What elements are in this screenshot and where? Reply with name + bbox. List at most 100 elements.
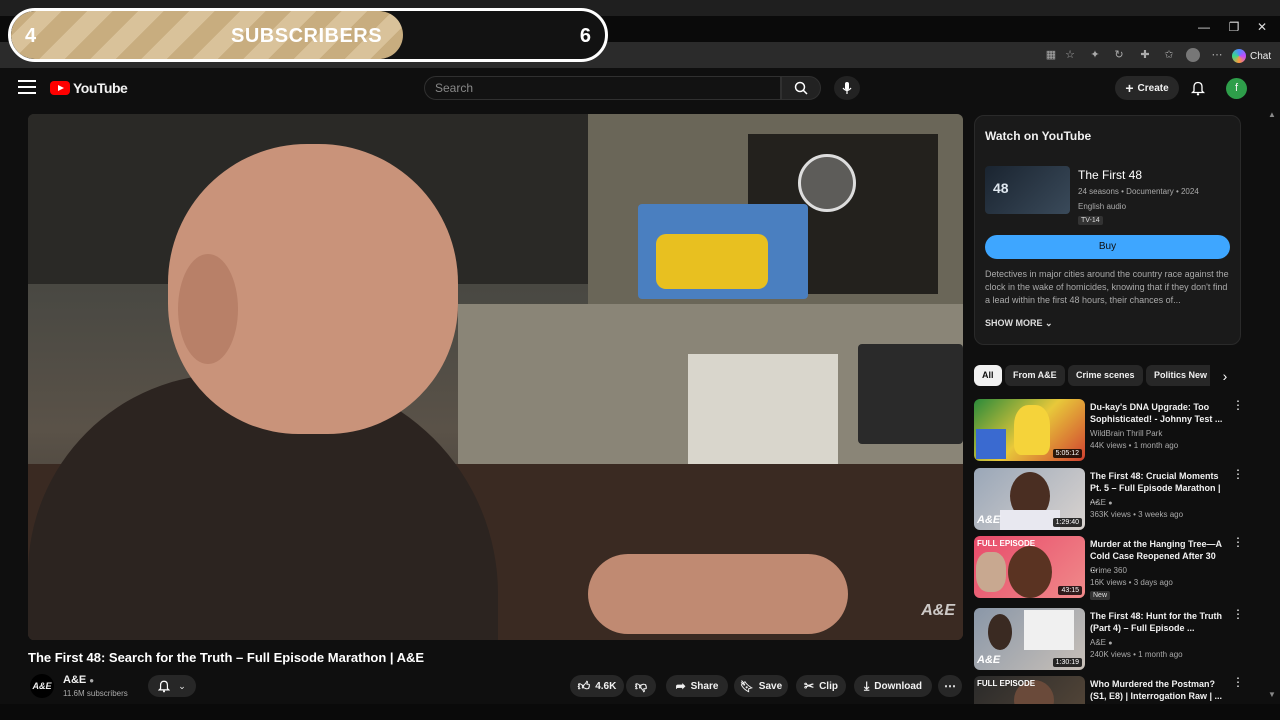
show-meta: 24 seasons • Documentary • 2024 xyxy=(1078,187,1199,196)
scroll-up-arrow[interactable]: ▲ xyxy=(1268,110,1276,119)
rec-title[interactable]: Who Murdered the Postman? (S1, E8) | Int… xyxy=(1090,678,1224,702)
puzzle-icon[interactable]: ✚ xyxy=(1138,48,1152,62)
rec-stats: 16K views • 3 days ago xyxy=(1090,578,1173,587)
share-button[interactable]: ➦ Share xyxy=(666,675,728,697)
more-vertical-icon[interactable]: ⋮ xyxy=(1232,399,1244,411)
show-audio: English audio xyxy=(1078,202,1127,211)
more-vertical-icon[interactable]: ⋮ xyxy=(1232,536,1244,548)
rec-thumb-brand: A&E xyxy=(977,514,1001,526)
subscriber-goal-number: 6 xyxy=(579,25,591,47)
chip-crime-scenes[interactable]: Crime scenes xyxy=(1068,365,1143,386)
subscription-notification-button[interactable]: ⌄ xyxy=(148,675,196,697)
new-badge: New xyxy=(1090,591,1111,600)
rec-stats: 44K views • 1 month ago xyxy=(1090,441,1179,450)
scroll-down-arrow[interactable]: ▼ xyxy=(1268,690,1276,699)
subscriber-counter-overlay: 4 SUBSCRIBERS 6 xyxy=(8,8,608,62)
favorites-icon[interactable]: ✩ xyxy=(1162,48,1176,62)
rec-thumbnail[interactable]: A&E 1:29:40 xyxy=(974,468,1085,530)
youtube-logo[interactable]: YouTube xyxy=(50,80,128,96)
rec-channel[interactable]: Crime 360 xyxy=(1090,566,1127,575)
create-button[interactable]: + Create xyxy=(1115,76,1179,100)
minimize-button[interactable]: — xyxy=(1194,20,1214,34)
buy-button[interactable]: Buy xyxy=(985,235,1230,259)
subscriber-start-number: 4 xyxy=(25,25,37,47)
close-window-button[interactable]: ✕ xyxy=(1252,20,1272,34)
dislike-button[interactable]: 👎︎ xyxy=(626,675,656,697)
save-button[interactable]: 🔖︎ Save xyxy=(734,675,788,697)
channel-name[interactable]: A&E ● xyxy=(63,674,94,686)
rec-thumbnail[interactable]: 5:05:12 xyxy=(974,399,1085,461)
rec-duration: 5:05:12 xyxy=(1052,449,1082,458)
chat-button[interactable]: Chat xyxy=(1232,47,1271,65)
download-label: Download xyxy=(874,680,923,692)
clip-label: Clip xyxy=(819,680,838,692)
show-title[interactable]: The First 48 xyxy=(1078,168,1142,182)
profile-icon[interactable] xyxy=(1186,48,1200,62)
rec-thumbnail[interactable]: FULL EPISODE xyxy=(974,676,1085,704)
rec-duration: 43:15 xyxy=(1058,586,1082,595)
show-description: Detectives in major cities around the co… xyxy=(985,269,1229,305)
chip-from-ae[interactable]: From A&E xyxy=(1005,365,1065,386)
verified-icon: ● xyxy=(89,676,95,685)
more-horizontal-icon: ⋯ xyxy=(944,679,956,693)
recommendation-item[interactable]: FULL EPISODE 43:15 Murder at the Hanging… xyxy=(974,536,1244,600)
rec-channel[interactable]: A&E ● xyxy=(1090,638,1112,647)
rec-channel-name: A&E xyxy=(1090,638,1107,647)
video-watermark: A&E xyxy=(921,602,955,619)
more-actions-button[interactable]: ⋯ xyxy=(938,675,962,697)
channel-avatar[interactable]: A&E xyxy=(30,674,54,698)
video-player[interactable]: A&E xyxy=(28,114,963,640)
search-icon xyxy=(794,81,808,95)
apps-icon[interactable]: ▦ xyxy=(1044,48,1058,62)
rec-thumbnail[interactable]: FULL EPISODE 43:15 xyxy=(974,536,1085,598)
clip-button[interactable]: ✂ Clip xyxy=(796,675,846,697)
bell-icon xyxy=(1191,81,1205,96)
recommendation-item[interactable]: A&E 1:30:19 The First 48: Hunt for the T… xyxy=(974,608,1244,672)
rec-title[interactable]: Du-kay's DNA Upgrade: Too Sophisticated!… xyxy=(1090,401,1224,425)
star-icon[interactable]: ☆ xyxy=(1063,48,1077,62)
notifications-button[interactable] xyxy=(1188,78,1208,98)
more-vertical-icon[interactable]: ⋮ xyxy=(1232,676,1244,688)
chevron-right-icon[interactable]: › xyxy=(1216,367,1234,385)
like-button[interactable]: 👍︎ 4.6K xyxy=(570,675,624,697)
chip-politics-news[interactable]: Politics New xyxy=(1146,365,1210,386)
hamburger-menu-icon[interactable] xyxy=(18,80,36,94)
create-label: Create xyxy=(1137,82,1169,94)
rec-stats: 240K views • 1 month ago xyxy=(1090,650,1183,659)
chat-label: Chat xyxy=(1250,50,1272,62)
plus-icon: + xyxy=(1125,80,1134,96)
rec-thumbnail[interactable]: A&E 1:30:19 xyxy=(974,608,1085,670)
voice-search-button[interactable] xyxy=(834,76,860,100)
search-input[interactable]: Search xyxy=(424,76,781,100)
maximize-button[interactable]: ❐ xyxy=(1224,20,1244,34)
show-thumbnail-text: 48 xyxy=(993,180,1009,196)
youtube-logo-text: YouTube xyxy=(73,80,128,96)
chip-all[interactable]: All xyxy=(974,365,1002,386)
rec-stats: 363K views • 3 weeks ago xyxy=(1090,510,1184,519)
thumbs-down-icon: 👎︎ xyxy=(634,678,648,693)
download-button[interactable]: ⤓ Download xyxy=(854,675,932,697)
chevron-down-icon: ⌄ xyxy=(178,680,186,691)
rec-channel[interactable]: WildBrain Thrill Park xyxy=(1090,429,1162,438)
rec-channel-name: A&E xyxy=(1090,498,1107,507)
rec-title[interactable]: The First 48: Hunt for the Truth (Part 4… xyxy=(1090,610,1224,634)
more-vertical-icon[interactable]: ⋮ xyxy=(1232,608,1244,620)
watch-on-youtube-card xyxy=(974,115,1241,345)
show-thumbnail[interactable]: 48 xyxy=(985,166,1070,214)
rec-duration: 1:29:40 xyxy=(1052,518,1082,527)
youtube-play-icon xyxy=(50,81,70,95)
rec-thumb-label: FULL EPISODE xyxy=(977,679,1036,688)
more-vertical-icon[interactable]: ⋮ xyxy=(1232,468,1244,480)
show-more-button[interactable]: SHOW MORE ⌄ xyxy=(985,318,1053,329)
recommendation-item[interactable]: A&E 1:29:40 The First 48: Crucial Moment… xyxy=(974,468,1244,532)
rec-duration: 1:30:19 xyxy=(1052,658,1082,667)
recommendation-item[interactable]: FULL EPISODE Who Murdered the Postman? (… xyxy=(974,676,1244,704)
video-title: The First 48: Search for the Truth – Ful… xyxy=(28,650,425,665)
extension-icon[interactable]: ✦ xyxy=(1088,48,1102,62)
refresh-icon[interactable]: ↻ xyxy=(1112,48,1126,62)
rec-channel[interactable]: A&E ● xyxy=(1090,498,1112,507)
search-button[interactable] xyxy=(781,76,821,100)
more-menu-icon[interactable]: ⋯ xyxy=(1210,48,1224,62)
user-avatar[interactable]: f xyxy=(1226,78,1247,99)
recommendation-item[interactable]: 5:05:12 Du-kay's DNA Upgrade: Too Sophis… xyxy=(974,399,1244,463)
